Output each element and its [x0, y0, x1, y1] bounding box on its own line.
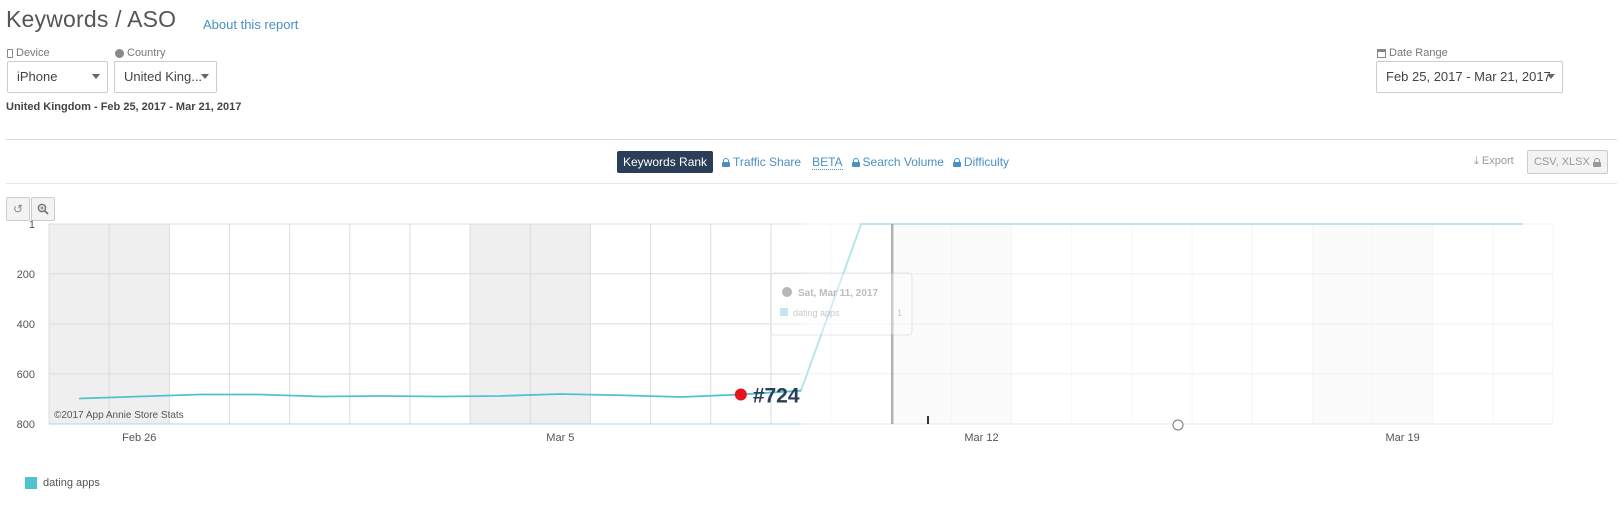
navigator-handle-icon: [1172, 419, 1184, 431]
tooltip-app-icon: [782, 287, 792, 297]
device-dropdown[interactable]: iPhone: [7, 61, 108, 93]
report-subtitle: United Kingdom - Feb 25, 2017 - Mar 21, …: [6, 101, 242, 113]
tooltip-box: [770, 272, 913, 336]
legend-label: dating apps: [43, 477, 100, 489]
about-report-link[interactable]: About this report: [203, 17, 298, 32]
legend-swatch: [25, 477, 37, 489]
x-tick-label: Mar 5: [546, 432, 574, 444]
calendar-icon: [1377, 48, 1386, 58]
globe-icon: [115, 48, 124, 58]
date-range-dropdown[interactable]: Feb 25, 2017 - Mar 21, 2017: [1376, 61, 1563, 93]
country-filter-label: Country: [115, 47, 166, 59]
tab-traffic-share[interactable]: Traffic Share: [722, 155, 801, 169]
zoom-button[interactable]: [31, 197, 55, 221]
phone-icon: [7, 48, 13, 58]
x-tick-label: Mar 12: [964, 432, 998, 444]
zoom-in-icon: [37, 203, 49, 215]
reset-zoom-button[interactable]: ↺: [6, 197, 30, 221]
weekend-band: [49, 224, 170, 424]
chart-fade-overlay: [801, 220, 1557, 426]
y-tick-label: 200: [17, 269, 35, 281]
export-label: ⤓ Export: [1474, 154, 1514, 167]
weekend-band: [1312, 224, 1433, 424]
lock-icon: [851, 157, 860, 167]
undo-icon: ↺: [12, 202, 24, 216]
tooltip-swatch: [780, 308, 788, 316]
weekend-band: [470, 224, 591, 424]
weekend-band: [891, 224, 1012, 424]
y-tick-label: 600: [17, 369, 35, 381]
chevron-down-icon: [92, 74, 100, 79]
page-title: Keywords / ASO: [6, 6, 177, 32]
tooltip-value: 1: [897, 308, 902, 318]
lock-icon: [722, 157, 731, 167]
tab-keywords-rank[interactable]: Keywords Rank: [617, 151, 714, 173]
tooltip: Sat, Mar 11, 2017 dating apps 1: [770, 272, 913, 336]
chart-credit: ©2017 App Annie Store Stats: [54, 410, 184, 421]
tooltip-series-name: dating apps: [793, 308, 840, 318]
chevron-down-icon: [201, 74, 209, 79]
export-csv-xlsx-button[interactable]: CSV, XLSX: [1527, 150, 1608, 174]
device-filter-label: Device: [7, 47, 50, 59]
tooltip-date: Sat, Mar 11, 2017: [798, 288, 878, 299]
x-tick-label: Feb 26: [122, 432, 156, 444]
metric-tabs: Keywords Rank Traffic Share BETA Search …: [617, 151, 1009, 173]
highlight-point: [734, 388, 747, 401]
series-line: [79, 223, 1523, 400]
aso-report-page: { "header": {"title": "Keywords / ASO", …: [0, 0, 1623, 521]
chevron-down-icon: [1547, 74, 1555, 79]
country-dropdown[interactable]: United King...: [114, 61, 217, 93]
y-tick-label: 400: [17, 319, 35, 331]
date-range-label: Date Range: [1377, 47, 1448, 59]
tab-search-volume[interactable]: Search Volume: [851, 155, 944, 169]
download-icon: ⤓: [1474, 154, 1479, 167]
tab-difficulty[interactable]: Difficulty: [952, 155, 1009, 169]
highlight-label: #724: [753, 384, 800, 407]
lock-icon: [1592, 157, 1601, 167]
divider: [6, 183, 1617, 184]
y-tick-label: 800: [17, 419, 35, 431]
lock-icon: [952, 157, 961, 167]
x-tick-label: Mar 19: [1385, 432, 1419, 444]
beta-badge: BETA: [812, 154, 843, 170]
chart-legend[interactable]: dating apps: [25, 477, 100, 489]
divider: [6, 139, 1617, 140]
